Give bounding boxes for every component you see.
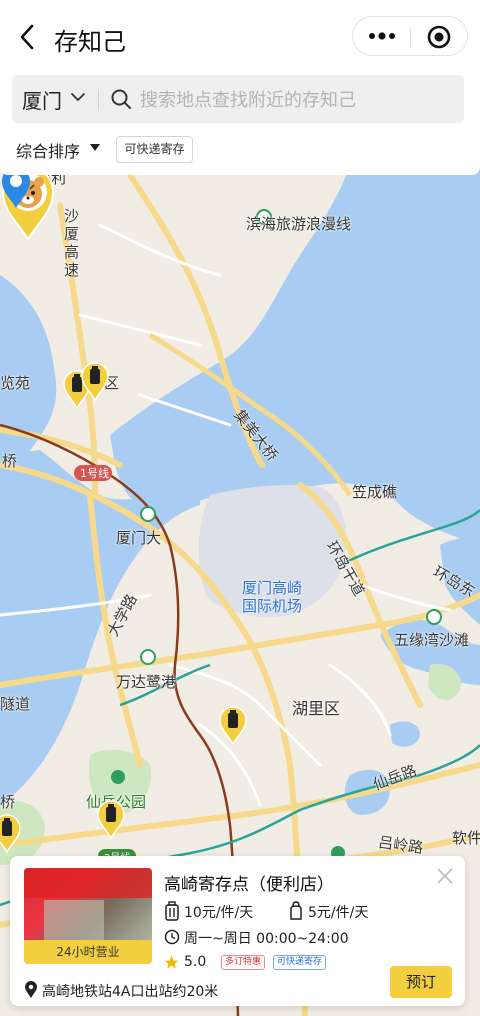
store-photo: 24小时营业 (24, 868, 152, 964)
search-bar: 厦门 (12, 75, 464, 123)
rating-score: 5.0 (184, 954, 207, 970)
large-luggage-icon (165, 901, 179, 921)
map-label-lichengjiao: 笠成礁 (352, 483, 398, 501)
map-label-lan: 览苑 (0, 374, 31, 392)
price-small: 5元/件/天 (308, 905, 369, 921)
sort-dropdown[interactable]: 综合排序 (16, 138, 80, 162)
caret-down-icon[interactable] (90, 144, 100, 152)
price-large: 10元/件/天 (184, 905, 254, 921)
map-label-airport: 厦门高崎 国际机场 (242, 579, 303, 615)
top-panel: 存知己 厦门 综合排序 可快递寄存 (0, 0, 480, 175)
clock-icon (164, 929, 180, 945)
nav-bar: 存知己 (0, 14, 480, 60)
store-card[interactable]: 24小时营业 高崎寄存点（便利店） 10元/件/天 5元/件/天 周一~周日 0… (10, 856, 465, 1006)
book-button[interactable]: 预订 (390, 966, 452, 998)
close-icon[interactable] (435, 866, 455, 886)
small-bag-icon (290, 901, 302, 920)
page-title: 存知己 (54, 28, 126, 56)
map-label-wuyuan: 五缘湾沙滩 (394, 631, 470, 649)
map-label-suidao: 隧道 (0, 695, 31, 713)
map-label-qiao: 桥 (2, 452, 18, 470)
more-dots-icon[interactable] (367, 26, 397, 46)
storage-pin[interactable] (218, 705, 248, 745)
map-label-ruanjian: 软件 (452, 829, 480, 847)
address-text: 高崎地铁站4A口出站约20米 (42, 984, 219, 1000)
store-photo-blur (44, 900, 104, 940)
map-label-huli: 湖里区 (292, 699, 341, 718)
store-name: 高崎寄存点（便利店） (164, 875, 334, 895)
map-label-binhai: 滨海旅游浪漫线 (246, 215, 352, 233)
mini-program-capsule (352, 16, 468, 56)
search-input[interactable] (140, 86, 450, 114)
map-label-wanda: 万达鹭港 (116, 673, 177, 691)
chevron-down-icon[interactable] (70, 91, 86, 103)
city-selector[interactable]: 厦门 (22, 85, 62, 114)
location-pin-icon (25, 981, 37, 998)
back-chevron-icon[interactable] (14, 20, 42, 54)
search-icon (111, 89, 131, 109)
storage-pin[interactable] (80, 361, 110, 401)
open-hours-ribbon: 24小时营业 (24, 940, 152, 964)
store-photo-blur (24, 868, 152, 898)
search-divider (98, 89, 99, 111)
star-icon (164, 955, 179, 969)
hours-text: 周一~周日 00:00~24:00 (184, 931, 349, 947)
target-icon[interactable] (427, 25, 451, 49)
map-label-qiao-2: 桥 (0, 793, 16, 811)
express-filter-chip[interactable]: 可快递寄存 (116, 136, 193, 163)
express-tag: 可快递寄存 (273, 955, 327, 970)
capsule-divider (410, 27, 411, 47)
storage-pin[interactable] (0, 813, 22, 853)
map-label-xiamen-partial: 厦门大 (116, 529, 162, 547)
discount-tag: 多订特惠 (221, 955, 266, 970)
metro-line1-badge: 1号线 (80, 467, 109, 480)
storage-pin[interactable] (96, 799, 126, 839)
map-label-shaxia: 沙厦高速 (64, 207, 80, 279)
